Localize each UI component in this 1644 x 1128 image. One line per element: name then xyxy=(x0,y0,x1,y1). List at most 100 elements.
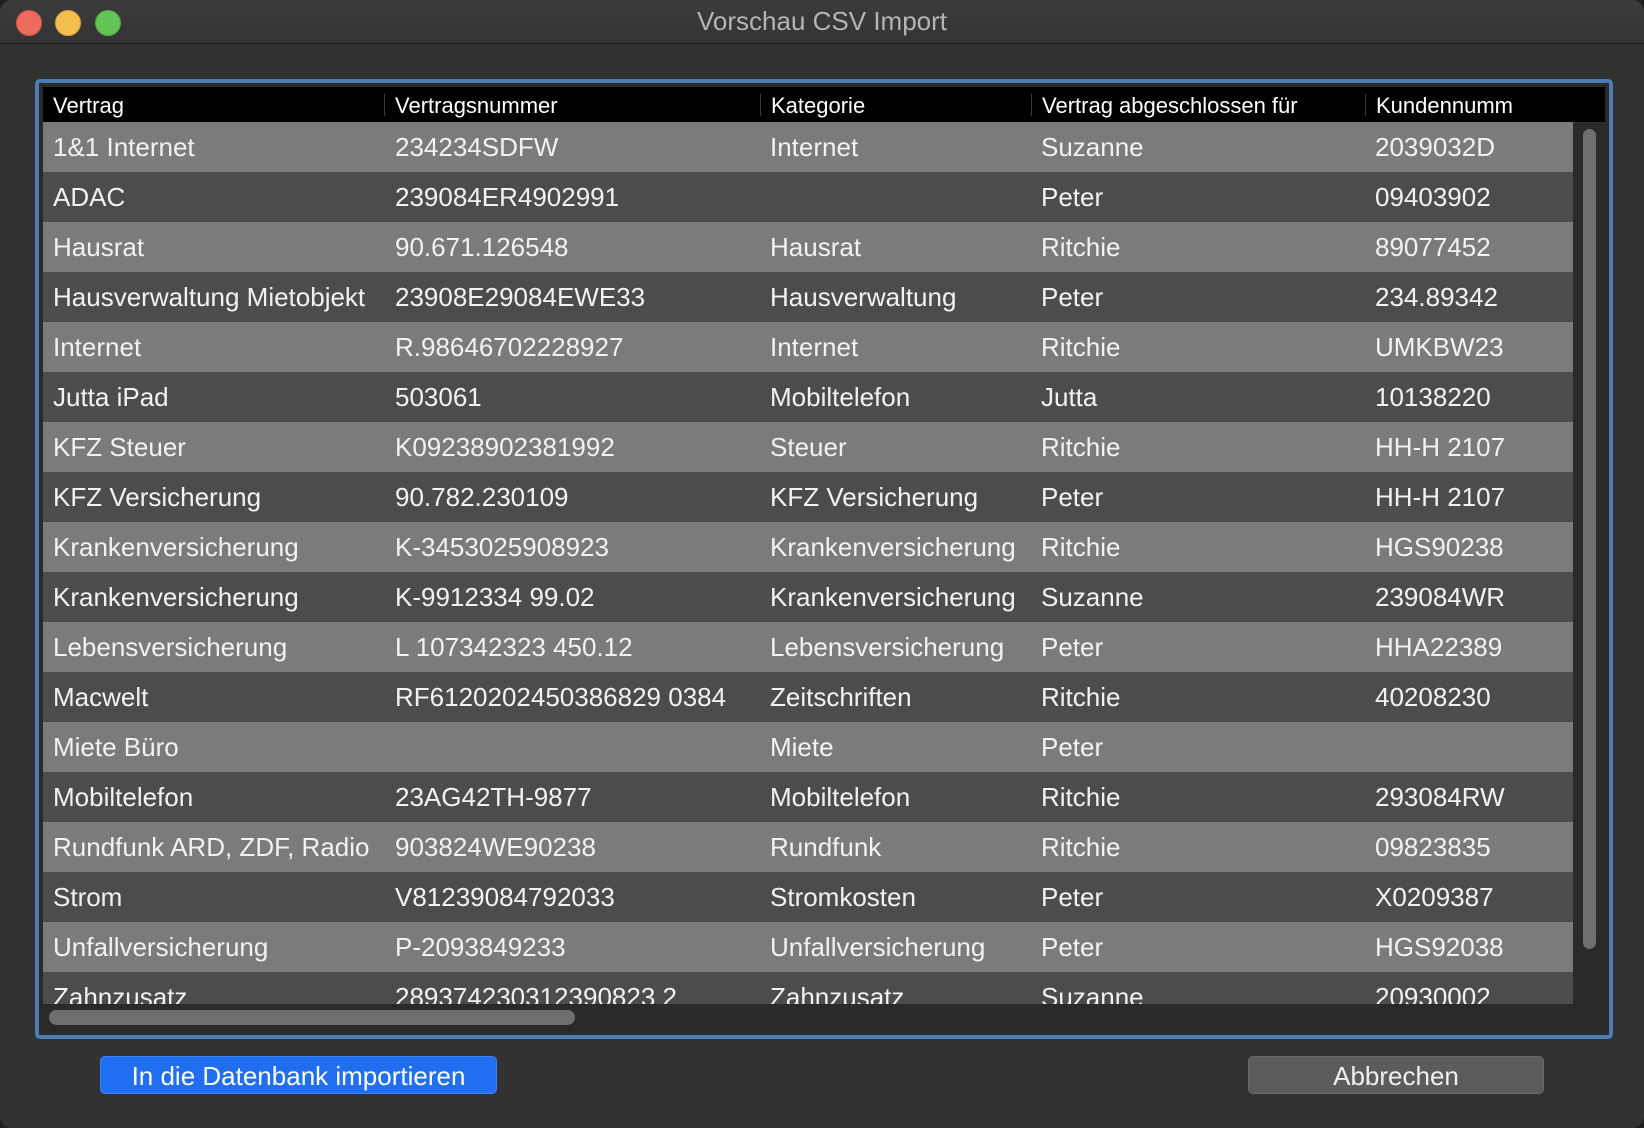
cell-vertragsnummer: 239084ER4902991 xyxy=(395,182,620,212)
cell-vertragsnummer: RF6120202450386829 0384 xyxy=(395,682,727,712)
table-row[interactable]: Unfallversicherung P-2093849233 Unfallvers… xyxy=(43,922,1573,972)
cell-kategorie: Zahnzusatz xyxy=(770,982,905,1004)
cell-vertrag-abgeschlossen-fuer: Jutta xyxy=(1041,382,1098,412)
cell-kundennummer xyxy=(1375,722,1573,772)
table-row[interactable]: Krankenversicherung K-3453025908923 Kranke… xyxy=(43,522,1573,572)
table-row[interactable]: KFZ Versicherung 90.782.230109 KFZ Versich… xyxy=(43,472,1573,522)
cell-kategorie: Rundfunk xyxy=(770,832,882,862)
cell-vertrag-abgeschlossen-fuer: Ritchie xyxy=(1041,332,1121,362)
table-row[interactable]: 1&1 Internet 234234SDFW Internet Suzanne 203… xyxy=(43,122,1573,172)
preview-table[interactable]: Vertrag Vertragsnummer Kategorie Vertrag… xyxy=(35,79,1613,1039)
table-row[interactable]: Mobiltelefon 23AG42TH-9877 Mobiltelefon Rit… xyxy=(43,772,1573,822)
table-row[interactable]: Jutta iPad 503061 Mobiltelefon Jutta 1013822… xyxy=(43,372,1573,422)
cell-vertragsnummer: L 107342323 450.12 xyxy=(395,632,633,662)
titlebar: Vorschau CSV Import xyxy=(0,0,1644,44)
column-divider[interactable] xyxy=(1031,94,1032,116)
cell-vertragsnummer: K09238902381992 xyxy=(395,432,615,462)
table-row[interactable]: Internet R.98646702228927 Internet Ritchie U… xyxy=(43,322,1573,372)
cell-vertrag-abgeschlossen-fuer: Peter xyxy=(1041,282,1104,312)
horizontal-scrollbar-thumb[interactable] xyxy=(49,1010,575,1025)
cell-kundennummer: 89077452 xyxy=(1375,232,1491,262)
csv-import-preview-window: Vorschau CSV Import Vertrag Vertragsnumm… xyxy=(0,0,1644,1128)
cell-vertrag-abgeschlossen-fuer: Peter xyxy=(1041,632,1104,662)
cell-kategorie: Mobiltelefon xyxy=(770,382,911,412)
table-body: 1&1 Internet 234234SDFW Internet Suzanne 203… xyxy=(43,122,1573,1004)
cell-vertragsnummer: 503061 xyxy=(395,382,482,412)
cell-kundennummer: 239084WR xyxy=(1375,582,1506,612)
cell-vertragsnummer: 289374230312390823 2 xyxy=(395,982,677,1004)
cell-vertrag: Miete Büro xyxy=(53,732,179,762)
cell-vertragsnummer: R.98646702228927 xyxy=(395,332,624,362)
cell-vertragsnummer: 23AG42TH-9877 xyxy=(395,782,592,812)
cell-vertrag-abgeschlossen-fuer: Suzanne xyxy=(1041,582,1144,612)
cell-vertragsnummer: 234234SDFW xyxy=(395,132,559,162)
cell-kategorie: Internet xyxy=(770,132,859,162)
column-divider[interactable] xyxy=(1365,94,1366,116)
cell-kundennummer: HH-H 2107 xyxy=(1375,482,1506,512)
cell-vertrag: Lebensversicherung xyxy=(53,632,288,662)
cell-kundennummer: HH-H 2107 xyxy=(1375,432,1506,462)
cell-vertrag: Krankenversicherung xyxy=(53,582,299,612)
cell-kundennummer: HGS90238 xyxy=(1375,532,1504,562)
cell-vertrag: Macwelt xyxy=(53,682,149,712)
table-row[interactable]: Zahnzusatz 289374230312390823 2 Zahnzusatz… xyxy=(43,972,1573,1004)
cell-vertrag-abgeschlossen-fuer: Ritchie xyxy=(1041,232,1121,262)
column-divider[interactable] xyxy=(384,94,385,116)
cell-kundennummer: 09823835 xyxy=(1375,832,1491,862)
cell-kundennummer: 234.89342 xyxy=(1375,282,1498,312)
table-header: Vertrag Vertragsnummer Kategorie Vertrag… xyxy=(43,87,1605,122)
column-divider[interactable] xyxy=(760,94,761,116)
cell-kategorie: Hausverwaltung xyxy=(770,282,957,312)
cell-vertrag-abgeschlossen-fuer: Suzanne xyxy=(1041,982,1144,1004)
cell-vertrag-abgeschlossen-fuer: Ritchie xyxy=(1041,682,1121,712)
cell-kundennummer: X0209387 xyxy=(1375,882,1494,912)
table-row[interactable]: Macwelt RF6120202450386829 0384 Zeitschrif… xyxy=(43,672,1573,722)
cell-vertrag: Hausverwaltung Mietobjekt xyxy=(53,282,366,312)
table-row[interactable]: Lebensversicherung L 107342323 450.12 Lebe… xyxy=(43,622,1573,672)
cell-vertragsnummer: 90.782.230109 xyxy=(395,482,569,512)
cell-kategorie: Stromkosten xyxy=(770,882,916,912)
cell-kundennummer: UMKBW23 xyxy=(1375,332,1504,362)
table-row[interactable]: Hausrat 90.671.126548 Hausrat Ritchie 890774… xyxy=(43,222,1573,272)
table-row[interactable]: Miete Büro Miete Peter xyxy=(43,722,1573,772)
column-header-kundennummer[interactable]: Kundennumm xyxy=(1376,87,1605,122)
cell-kundennummer: 10138220 xyxy=(1375,382,1491,412)
cell-vertrag-abgeschlossen-fuer: Peter xyxy=(1041,732,1104,762)
cell-vertragsnummer: 90.671.126548 xyxy=(395,232,569,262)
table-row[interactable]: Rundfunk ARD, ZDF, Radio 903824WE90238 Run… xyxy=(43,822,1573,872)
table-row[interactable]: Strom V81239084792033 Stromkosten Peter X020… xyxy=(43,872,1573,922)
cell-kundennummer: 40208230 xyxy=(1375,682,1491,712)
cell-kundennummer: 20930002 xyxy=(1375,982,1491,1004)
cell-kundennummer: HGS92038 xyxy=(1375,932,1504,962)
cell-vertrag-abgeschlossen-fuer: Peter xyxy=(1041,482,1104,512)
cell-kategorie: Unfallversicherung xyxy=(770,932,986,962)
cell-kundennummer: 293084RW xyxy=(1375,782,1505,812)
cell-kategorie: Internet xyxy=(770,332,859,362)
cell-vertrag: Zahnzusatz xyxy=(53,982,188,1004)
cell-vertragsnummer xyxy=(395,722,760,772)
table-row[interactable]: KFZ Steuer K09238902381992 Steuer Ritchie HH… xyxy=(43,422,1573,472)
cell-vertrag: ADAC xyxy=(53,182,126,212)
table-row[interactable]: Hausverwaltung Mietobjekt 23908E29084EWE3… xyxy=(43,272,1573,322)
table-row[interactable]: ADAC 239084ER4902991 Peter 09403902 xyxy=(43,172,1573,222)
column-header-vertrag[interactable]: Vertrag xyxy=(53,87,378,122)
cell-vertrag: Internet xyxy=(53,332,142,362)
cell-kategorie: Krankenversicherung xyxy=(770,582,1016,612)
table-row[interactable]: Krankenversicherung K-9912334 99.02 Kranke… xyxy=(43,572,1573,622)
import-button[interactable]: In die Datenbank importieren xyxy=(100,1056,497,1094)
cell-kategorie: Krankenversicherung xyxy=(770,532,1016,562)
cell-kategorie: Steuer xyxy=(770,432,847,462)
cell-vertragsnummer: 23908E29084EWE33 xyxy=(395,282,646,312)
column-header-kategorie[interactable]: Kategorie xyxy=(771,87,1031,122)
column-header-vertragsnummer[interactable]: Vertragsnummer xyxy=(395,87,765,122)
cell-kundennummer: HHA22389 xyxy=(1375,632,1503,662)
cell-kategorie: Mobiltelefon xyxy=(770,782,911,812)
vertical-scrollbar-thumb[interactable] xyxy=(1583,129,1596,949)
cell-vertrag-abgeschlossen-fuer: Peter xyxy=(1041,882,1104,912)
cell-vertragsnummer: 903824WE90238 xyxy=(395,832,596,862)
cell-vertrag-abgeschlossen-fuer: Peter xyxy=(1041,182,1104,212)
cell-vertragsnummer: K-9912334 99.02 xyxy=(395,582,595,612)
cell-vertrag: Rundfunk ARD, ZDF, Radio xyxy=(53,832,370,862)
cancel-button[interactable]: Abbrechen xyxy=(1248,1056,1544,1094)
column-header-vertrag-abgeschlossen-fuer[interactable]: Vertrag abgeschlossen für xyxy=(1042,87,1362,122)
